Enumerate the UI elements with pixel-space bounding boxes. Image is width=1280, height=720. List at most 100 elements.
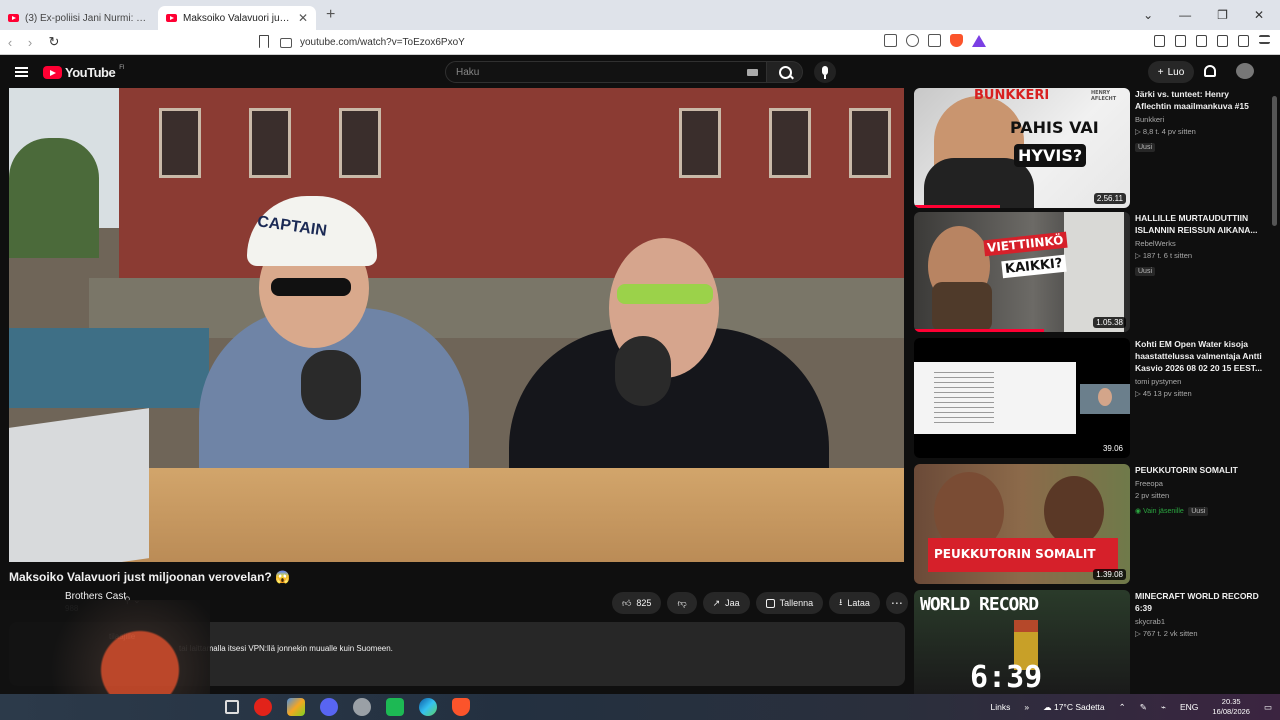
vpn-icon[interactable] xyxy=(1238,35,1249,47)
recommendation-title[interactable]: Kohti EM Open Water kisoja haastatteluss… xyxy=(1135,338,1263,374)
url-icons xyxy=(884,34,986,47)
restore-button[interactable]: ❐ xyxy=(1217,8,1228,22)
url-text: youtube.com/watch?v=ToEzox6PxoY xyxy=(300,37,465,48)
hamburger-menu-icon[interactable] xyxy=(15,67,28,77)
zoom-icon[interactable] xyxy=(906,34,919,47)
recommendation-title[interactable]: PEUKKUTORIN SOMALIT xyxy=(1135,464,1263,476)
download-button[interactable]: ⭳ Lataa xyxy=(829,592,880,614)
links-toolbar[interactable]: Links xyxy=(991,702,1011,712)
voice-search-icon[interactable] xyxy=(814,61,836,83)
brave-rewards-icon[interactable] xyxy=(972,34,986,47)
edge-icon[interactable] xyxy=(419,698,437,716)
video-thumbnail[interactable]: 39.06 xyxy=(914,338,1130,458)
browser-tab-2[interactable]: Maksoiko Valavuori just milj ✕ xyxy=(158,6,316,30)
new-tab-button[interactable]: + xyxy=(326,6,335,24)
site-settings-icon[interactable] xyxy=(280,37,292,48)
region-code: FI xyxy=(119,65,125,71)
recommendation-age: 2 vk sitten xyxy=(1163,629,1198,638)
bookmark-icon[interactable] xyxy=(259,35,269,48)
clock-date: 16/08/2026 xyxy=(1212,707,1250,716)
toolbar-icons xyxy=(1154,35,1270,47)
tab-search-icon[interactable]: ⌄ xyxy=(1143,8,1153,22)
youtube-logo[interactable]: YouTube FI xyxy=(43,65,125,80)
chevron-icon[interactable]: » xyxy=(1024,702,1029,712)
close-window-button[interactable]: ✕ xyxy=(1254,8,1264,22)
video-duration: 1.39.08 xyxy=(1093,569,1126,580)
video-frame-building xyxy=(119,88,904,288)
recommendation-title[interactable]: HALLILLE MURTAUDUTTIIN ISLANNIN REISSUN … xyxy=(1135,212,1263,236)
recommendation-channel[interactable]: Freeopa xyxy=(1135,479,1263,488)
browser-tab-1[interactable]: (3) Ex-poliisi Jani Nurmi: Suomen po xyxy=(0,6,158,30)
scrollbar-thumb[interactable] xyxy=(1272,96,1277,226)
video-frame-laptop xyxy=(9,408,149,562)
youtube-favicon-icon xyxy=(166,14,177,22)
thumbnail-text: PAHIS VAI xyxy=(1010,118,1099,137)
close-tab-icon[interactable]: ✕ xyxy=(298,11,308,25)
minimize-button[interactable]: — xyxy=(1179,8,1191,22)
extensions-icon[interactable] xyxy=(1217,35,1228,47)
recommendation-stats: ▷ 767 t. 2 vk sitten xyxy=(1135,629,1263,638)
youtube-favicon-icon xyxy=(8,14,19,22)
menu-icon[interactable] xyxy=(1259,35,1270,44)
app-icon[interactable] xyxy=(353,698,371,716)
watch-progress xyxy=(914,329,1044,332)
share-button[interactable]: ↗ Jaa xyxy=(702,592,750,614)
like-button[interactable]: 👍︎ 825 xyxy=(612,592,662,614)
thumbnail-text: 6:39 xyxy=(970,660,1043,694)
recommendation-title[interactable]: Järki vs. tunteet: Henry Aflechtin maail… xyxy=(1135,88,1263,112)
recommendation-title[interactable]: MINECRAFT WORLD RECORD 6:39 xyxy=(1135,590,1263,614)
reload-button[interactable]: ↻ xyxy=(44,34,64,50)
keyboard-icon[interactable] xyxy=(747,69,758,76)
recommendation-views: 45 xyxy=(1142,389,1152,398)
search-input[interactable]: Haku xyxy=(445,61,767,83)
app-icon-green[interactable] xyxy=(386,698,404,716)
recommendation-channel[interactable]: tomi pystynen xyxy=(1135,377,1263,386)
network-icon[interactable]: ⌁ xyxy=(1161,702,1166,713)
recommendation-meta: MINECRAFT WORLD RECORD 6:39 skycrab1 ▷ 7… xyxy=(1135,590,1263,638)
youtube-header: YouTube FI Haku + Luo xyxy=(0,55,1280,88)
media-icon[interactable] xyxy=(1154,35,1165,47)
forward-button[interactable]: › xyxy=(20,35,40,50)
weather-text: 17°C Sadetta xyxy=(1053,701,1105,712)
back-button[interactable]: ‹ xyxy=(0,35,20,50)
new-badge: Uusi xyxy=(1135,143,1156,152)
search-button[interactable] xyxy=(767,61,803,83)
video-thumbnail[interactable]: PEUKKUTORIN SOMALIT 1.39.08 xyxy=(914,464,1130,584)
account-avatar[interactable] xyxy=(1236,63,1254,79)
clock[interactable]: 20.35 16/08/2026 xyxy=(1212,697,1250,717)
recommendation-channel[interactable]: RebelWerks xyxy=(1135,239,1263,248)
sidebar-icon[interactable] xyxy=(1175,35,1186,47)
dislike-button[interactable]: 👎︎ xyxy=(667,592,697,614)
cast-icon[interactable] xyxy=(928,34,941,47)
opera-icon[interactable] xyxy=(254,698,272,716)
brave-icon[interactable] xyxy=(452,698,470,716)
download-icon: ⭳ xyxy=(839,597,843,607)
photos-icon[interactable] xyxy=(287,698,305,716)
create-label: Luo xyxy=(1167,66,1185,78)
video-player[interactable]: CAPTAIN xyxy=(9,88,904,562)
wallet-icon[interactable] xyxy=(1196,35,1207,47)
play-icon: ▷ xyxy=(1135,251,1141,260)
discord-icon[interactable] xyxy=(320,698,338,716)
recommendation-channel[interactable]: Bunkkeri xyxy=(1135,115,1263,124)
notifications-icon[interactable]: ▭ xyxy=(1264,702,1272,713)
recommendation-age: 13 pv sitten xyxy=(1153,389,1192,398)
like-count: 825 xyxy=(636,598,652,608)
hidden-icons-chevron-icon[interactable]: ⌃ xyxy=(1119,702,1126,713)
system-tray: Links » ☁ 17°C Sadetta ⌃ ✎ ⌁ ENG 20.35 1… xyxy=(991,694,1272,720)
language-indicator[interactable]: ENG xyxy=(1180,702,1198,712)
video-thumbnail[interactable]: BUNKKERI HENRY AFLECHT PAHIS VAI HYVIS? … xyxy=(914,88,1130,208)
video-thumbnail[interactable]: VIETTIINKÖ KAIKKI? 1.05.38 xyxy=(914,212,1130,332)
create-button[interactable]: + Luo xyxy=(1148,61,1194,83)
translate-icon[interactable] xyxy=(884,34,897,47)
task-view-icon[interactable] xyxy=(225,700,239,714)
recommendation-channel[interactable]: skycrab1 xyxy=(1135,617,1263,626)
video-thumbnail[interactable]: WORLD RECORD 6:39 xyxy=(914,590,1130,694)
pen-icon[interactable]: ✎ xyxy=(1140,702,1147,713)
save-button[interactable]: Tallenna xyxy=(755,592,824,614)
youtube-play-icon xyxy=(43,66,62,79)
notifications-bell-icon[interactable] xyxy=(1204,65,1216,77)
more-actions-button[interactable]: ⋯ xyxy=(885,592,908,614)
brave-shields-icon[interactable] xyxy=(950,34,963,47)
weather-widget[interactable]: ☁ 17°C Sadetta xyxy=(1043,702,1105,713)
